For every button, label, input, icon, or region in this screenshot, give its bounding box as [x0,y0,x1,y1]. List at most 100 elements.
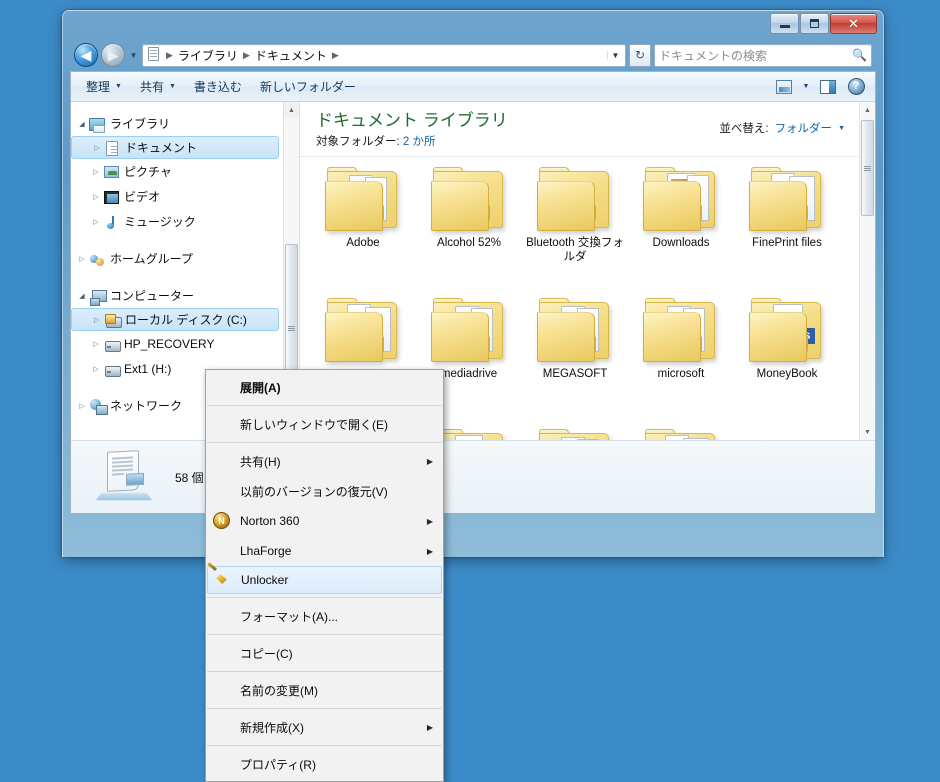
sidebar-item-label: コンピューター [110,287,194,304]
menu-item-label: 以前のバージョンの復元(V) [240,483,433,500]
view-dropdown-button[interactable]: ▼ [799,76,813,98]
share-button[interactable]: 共有 ▼ [131,74,185,99]
breadcrumb-separator[interactable]: ▶ [241,50,252,61]
burn-button[interactable]: 書き込む [185,74,251,99]
computer-icon-glyph [90,290,106,304]
list-item[interactable]: Bluetooth 交換フォルダ [522,163,628,294]
scroll-up-icon[interactable]: ▲ [284,102,299,118]
menu-item-1[interactable]: 新しいウィンドウで開く(E) [206,409,443,439]
scroll-up-icon[interactable]: ▲ [860,102,875,118]
chevron-expanded-icon[interactable]: ◢ [75,292,89,300]
menu-item-6[interactable]: Unlocker [207,566,442,594]
minimize-button[interactable] [770,13,799,34]
breadcrumb-separator[interactable]: ▶ [330,50,341,61]
menu-item-5[interactable]: LhaForge▶ [206,536,443,566]
menu-item-label: LhaForge [240,544,427,558]
content-scroll-track[interactable] [860,118,875,424]
status-bar: 58 個 [71,440,875,513]
menu-item-4[interactable]: NNorton 360▶ [206,506,443,536]
folder-sheet [683,438,709,440]
chevron-collapsed-icon[interactable]: ▷ [89,218,103,226]
back-button[interactable]: ◀ [74,43,98,67]
menu-item-3[interactable]: 以前のバージョンの復元(V) [206,476,443,506]
history-dropdown-button[interactable]: ▼ [128,51,139,60]
content-scroll-thumb[interactable] [861,120,874,216]
menu-item-10[interactable]: 新規作成(X)▶ [206,712,443,742]
list-item[interactable] [522,425,628,440]
command-bar-right: ▼ ? [771,76,869,98]
sidebar-item-4[interactable]: ▷ミュージック [71,209,283,234]
list-item[interactable]: Adobe [310,163,416,294]
menu-item-2[interactable]: 共有(H)▶ [206,446,443,476]
chevron-collapsed-icon[interactable]: ▷ [75,402,89,410]
sidebar-item-0[interactable]: ◢ ライブラリ [71,111,283,136]
address-dropdown-button[interactable]: ▼ [607,51,623,60]
close-icon: ✕ [848,17,859,30]
menu-item-9[interactable]: 名前の変更(M) [206,675,443,705]
local-disk-icon-glyph [105,314,121,328]
breadcrumb-documents[interactable]: ドキュメント [252,45,330,66]
sidebar-item-7[interactable]: ▷ローカル ディスク (C:) [71,308,279,331]
library-header-text: ドキュメント ライブラリ 対象フォルダー: 2 か所 [316,111,508,149]
list-item[interactable] [628,425,734,440]
list-item[interactable]: NSMoneyBook [734,294,840,425]
minimize-icon [780,25,790,28]
close-button[interactable]: ✕ [830,13,877,34]
folder-sheet [455,435,483,440]
sidebar-item-label: ドキュメント [125,139,197,156]
chevron-collapsed-icon[interactable]: ▷ [89,340,103,348]
chevron-collapsed-icon[interactable]: ▷ [90,316,104,324]
search-box[interactable]: ドキュメントの検索 🔍 [654,44,872,67]
change-view-button[interactable] [771,76,797,98]
sidebar-item-8[interactable]: ▷HP_RECOVERY [71,331,283,356]
norton-badge-icon: N [213,512,230,529]
breadcrumb-separator[interactable]: ▶ [164,50,175,61]
included-folders-link[interactable]: 2 か所 [403,136,436,148]
maximize-button[interactable] [800,13,829,34]
list-item[interactable]: Downloads [628,163,734,294]
content-scrollbar[interactable]: ▲ ▼ [859,102,875,440]
breadcrumb-library[interactable]: ライブラリ [175,45,241,66]
sidebar-item-1[interactable]: ▷ ドキュメント [71,136,279,159]
chevron-collapsed-icon[interactable]: ▷ [90,144,104,152]
list-item[interactable]: microsoft [628,294,734,425]
organize-button[interactable]: 整理 ▼ [77,74,131,99]
arrange-by-value[interactable]: フォルダー [775,120,833,136]
chevron-expanded-icon[interactable]: ◢ [75,120,89,128]
menu-separator [207,405,442,406]
arrange-by-control[interactable]: 並べ替え: フォルダー ▼ [719,111,845,136]
chevron-collapsed-icon[interactable]: ▷ [75,255,89,263]
chevron-collapsed-icon[interactable]: ▷ [89,365,103,373]
sidebar-item-2[interactable]: ▷ピクチャ [71,159,283,184]
list-item[interactable]: MEGASOFT [522,294,628,425]
preview-pane-button[interactable] [815,76,841,98]
list-item[interactable]: Alcohol 52% [416,163,522,294]
menu-item-7[interactable]: フォーマット(A)... [206,601,443,631]
sidebar-item-3[interactable]: ▷ビデオ [71,184,283,209]
chevron-down-icon: ▼ [838,125,845,132]
new-folder-label: 新しいフォルダー [260,78,356,95]
forward-button[interactable]: ▶ [101,43,125,67]
burn-label: 書き込む [194,78,242,95]
sidebar-item-5[interactable]: ▷ホームグループ [71,246,283,271]
sidebar-item-6[interactable]: ◢ コンピューター [71,283,283,308]
item-count-label: 58 個 [175,469,204,486]
documents-library-icon [97,449,153,505]
new-folder-button[interactable]: 新しいフォルダー [251,74,365,99]
sidebar-item-label: ライブラリ [110,115,170,132]
list-item[interactable]: FinePrint files [734,163,840,294]
address-bar[interactable]: ▶ ライブラリ ▶ ドキュメント ▶ ▼ [142,44,626,67]
menu-item-8[interactable]: コピー(C) [206,638,443,668]
menu-item-11[interactable]: プロパティ(R) [206,749,443,779]
help-button[interactable]: ? [843,76,869,98]
chevron-collapsed-icon[interactable]: ▷ [89,193,103,201]
menu-item-0[interactable]: 展開(A) [206,372,443,402]
scroll-down-icon[interactable]: ▼ [860,424,875,440]
harddisk-icon-glyph [104,338,120,352]
submenu-arrow-icon: ▶ [427,547,433,556]
folder-icon [643,298,719,362]
folder-icon [325,298,401,362]
refresh-button[interactable]: ↻ [629,44,651,67]
chevron-collapsed-icon[interactable]: ▷ [89,168,103,176]
search-input[interactable]: ドキュメントの検索 [659,47,852,64]
